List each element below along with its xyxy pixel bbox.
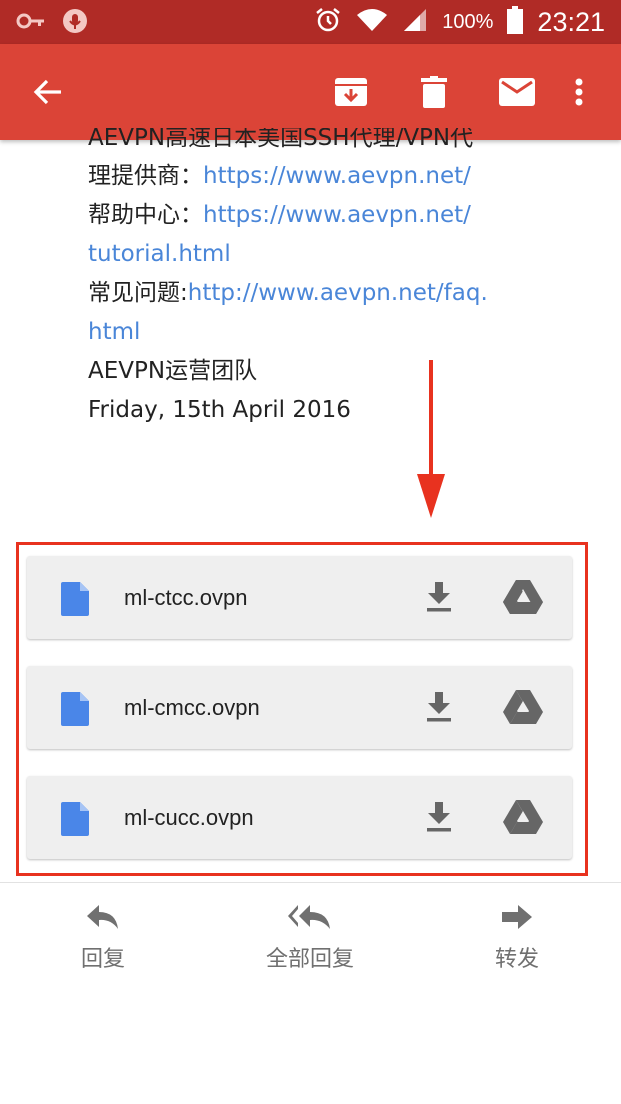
forward-label: 转发 <box>494 947 539 972</box>
download-icon[interactable] <box>425 582 453 616</box>
forward-icon <box>502 905 532 935</box>
clock: 23:21 <box>537 7 605 37</box>
save-to-drive-icon[interactable] <box>503 800 543 838</box>
file-icon <box>61 802 89 840</box>
message-line: html <box>88 313 548 352</box>
message-line: 常见问题:http://www.aevpn.net/faq. <box>88 274 548 313</box>
faq-link[interactable]: http://www.aevpn.net/faq. <box>188 280 488 306</box>
message-line: tutorial.html <box>88 235 548 274</box>
signature-team: AEVPN运营团队 <box>88 358 258 384</box>
help-center-link[interactable]: https://www.aevpn.net/ <box>203 202 471 228</box>
attachment-card[interactable]: ml-cmcc.ovpn <box>27 666 572 749</box>
message-line: AEVPN高速日本美国SSH代理/VPN代 <box>88 128 548 148</box>
reply-button[interactable]: 回复 <box>33 905 173 973</box>
message-line: 帮助中心：https://www.aevpn.net/ <box>88 196 548 235</box>
reply-all-icon <box>288 905 332 935</box>
line-text: 常见问题: <box>88 280 188 306</box>
message-date: Friday, 15th April 2016 <box>88 397 351 423</box>
line-text: 理提供商： <box>88 163 203 189</box>
alarm-icon <box>314 6 342 39</box>
attachment-card[interactable]: ml-cucc.ovpn <box>27 776 572 859</box>
reply-all-button[interactable]: 全部回复 <box>240 905 380 973</box>
download-icon[interactable] <box>425 802 453 836</box>
mark-unread-icon[interactable] <box>497 72 537 112</box>
attachment-name: ml-ctcc.ovpn <box>124 585 248 610</box>
reply-label: 回复 <box>80 947 125 972</box>
delete-icon[interactable] <box>414 72 454 112</box>
wifi-icon <box>356 7 388 38</box>
annotation-arrow <box>414 360 448 524</box>
file-icon <box>61 692 89 730</box>
attachment-name: ml-cmcc.ovpn <box>124 695 260 720</box>
battery-icon <box>507 6 524 39</box>
attachment-card[interactable]: ml-ctcc.ovpn <box>27 556 572 639</box>
key-icon <box>16 11 46 35</box>
file-icon <box>61 582 89 620</box>
battery-percent: 100% <box>442 11 494 33</box>
faq-link-cont[interactable]: html <box>88 319 140 345</box>
save-to-drive-icon[interactable] <box>503 690 543 728</box>
download-icon[interactable] <box>425 692 453 726</box>
app-bar <box>0 44 621 140</box>
line-text: 帮助中心： <box>88 202 203 228</box>
message-body: AEVPN高速日本美国SSH代理/VPN代 理提供商：https://www.a… <box>88 128 548 430</box>
divider <box>0 882 621 883</box>
status-bar: 100% 23:21 <box>0 0 621 44</box>
website-link[interactable]: https://www.aevpn.net/ <box>203 163 471 189</box>
attachment-name: ml-cucc.ovpn <box>124 805 254 830</box>
back-arrow-icon[interactable] <box>28 72 68 112</box>
archive-icon[interactable] <box>331 72 371 112</box>
mic-icon <box>62 8 88 38</box>
line-text: AEVPN高速日本美国SSH代理/VPN代 <box>88 128 474 148</box>
message-line: Friday, 15th April 2016 <box>88 391 548 430</box>
message-line: 理提供商：https://www.aevpn.net/ <box>88 157 548 196</box>
message-line: AEVPN运营团队 <box>88 352 548 391</box>
more-vert-icon[interactable] <box>559 72 599 112</box>
forward-button[interactable]: 转发 <box>447 905 587 973</box>
help-center-link-cont[interactable]: tutorial.html <box>88 241 231 267</box>
reply-all-label: 全部回复 <box>265 947 354 972</box>
signal-icon <box>402 7 428 38</box>
save-to-drive-icon[interactable] <box>503 580 543 618</box>
reply-icon <box>87 905 119 935</box>
